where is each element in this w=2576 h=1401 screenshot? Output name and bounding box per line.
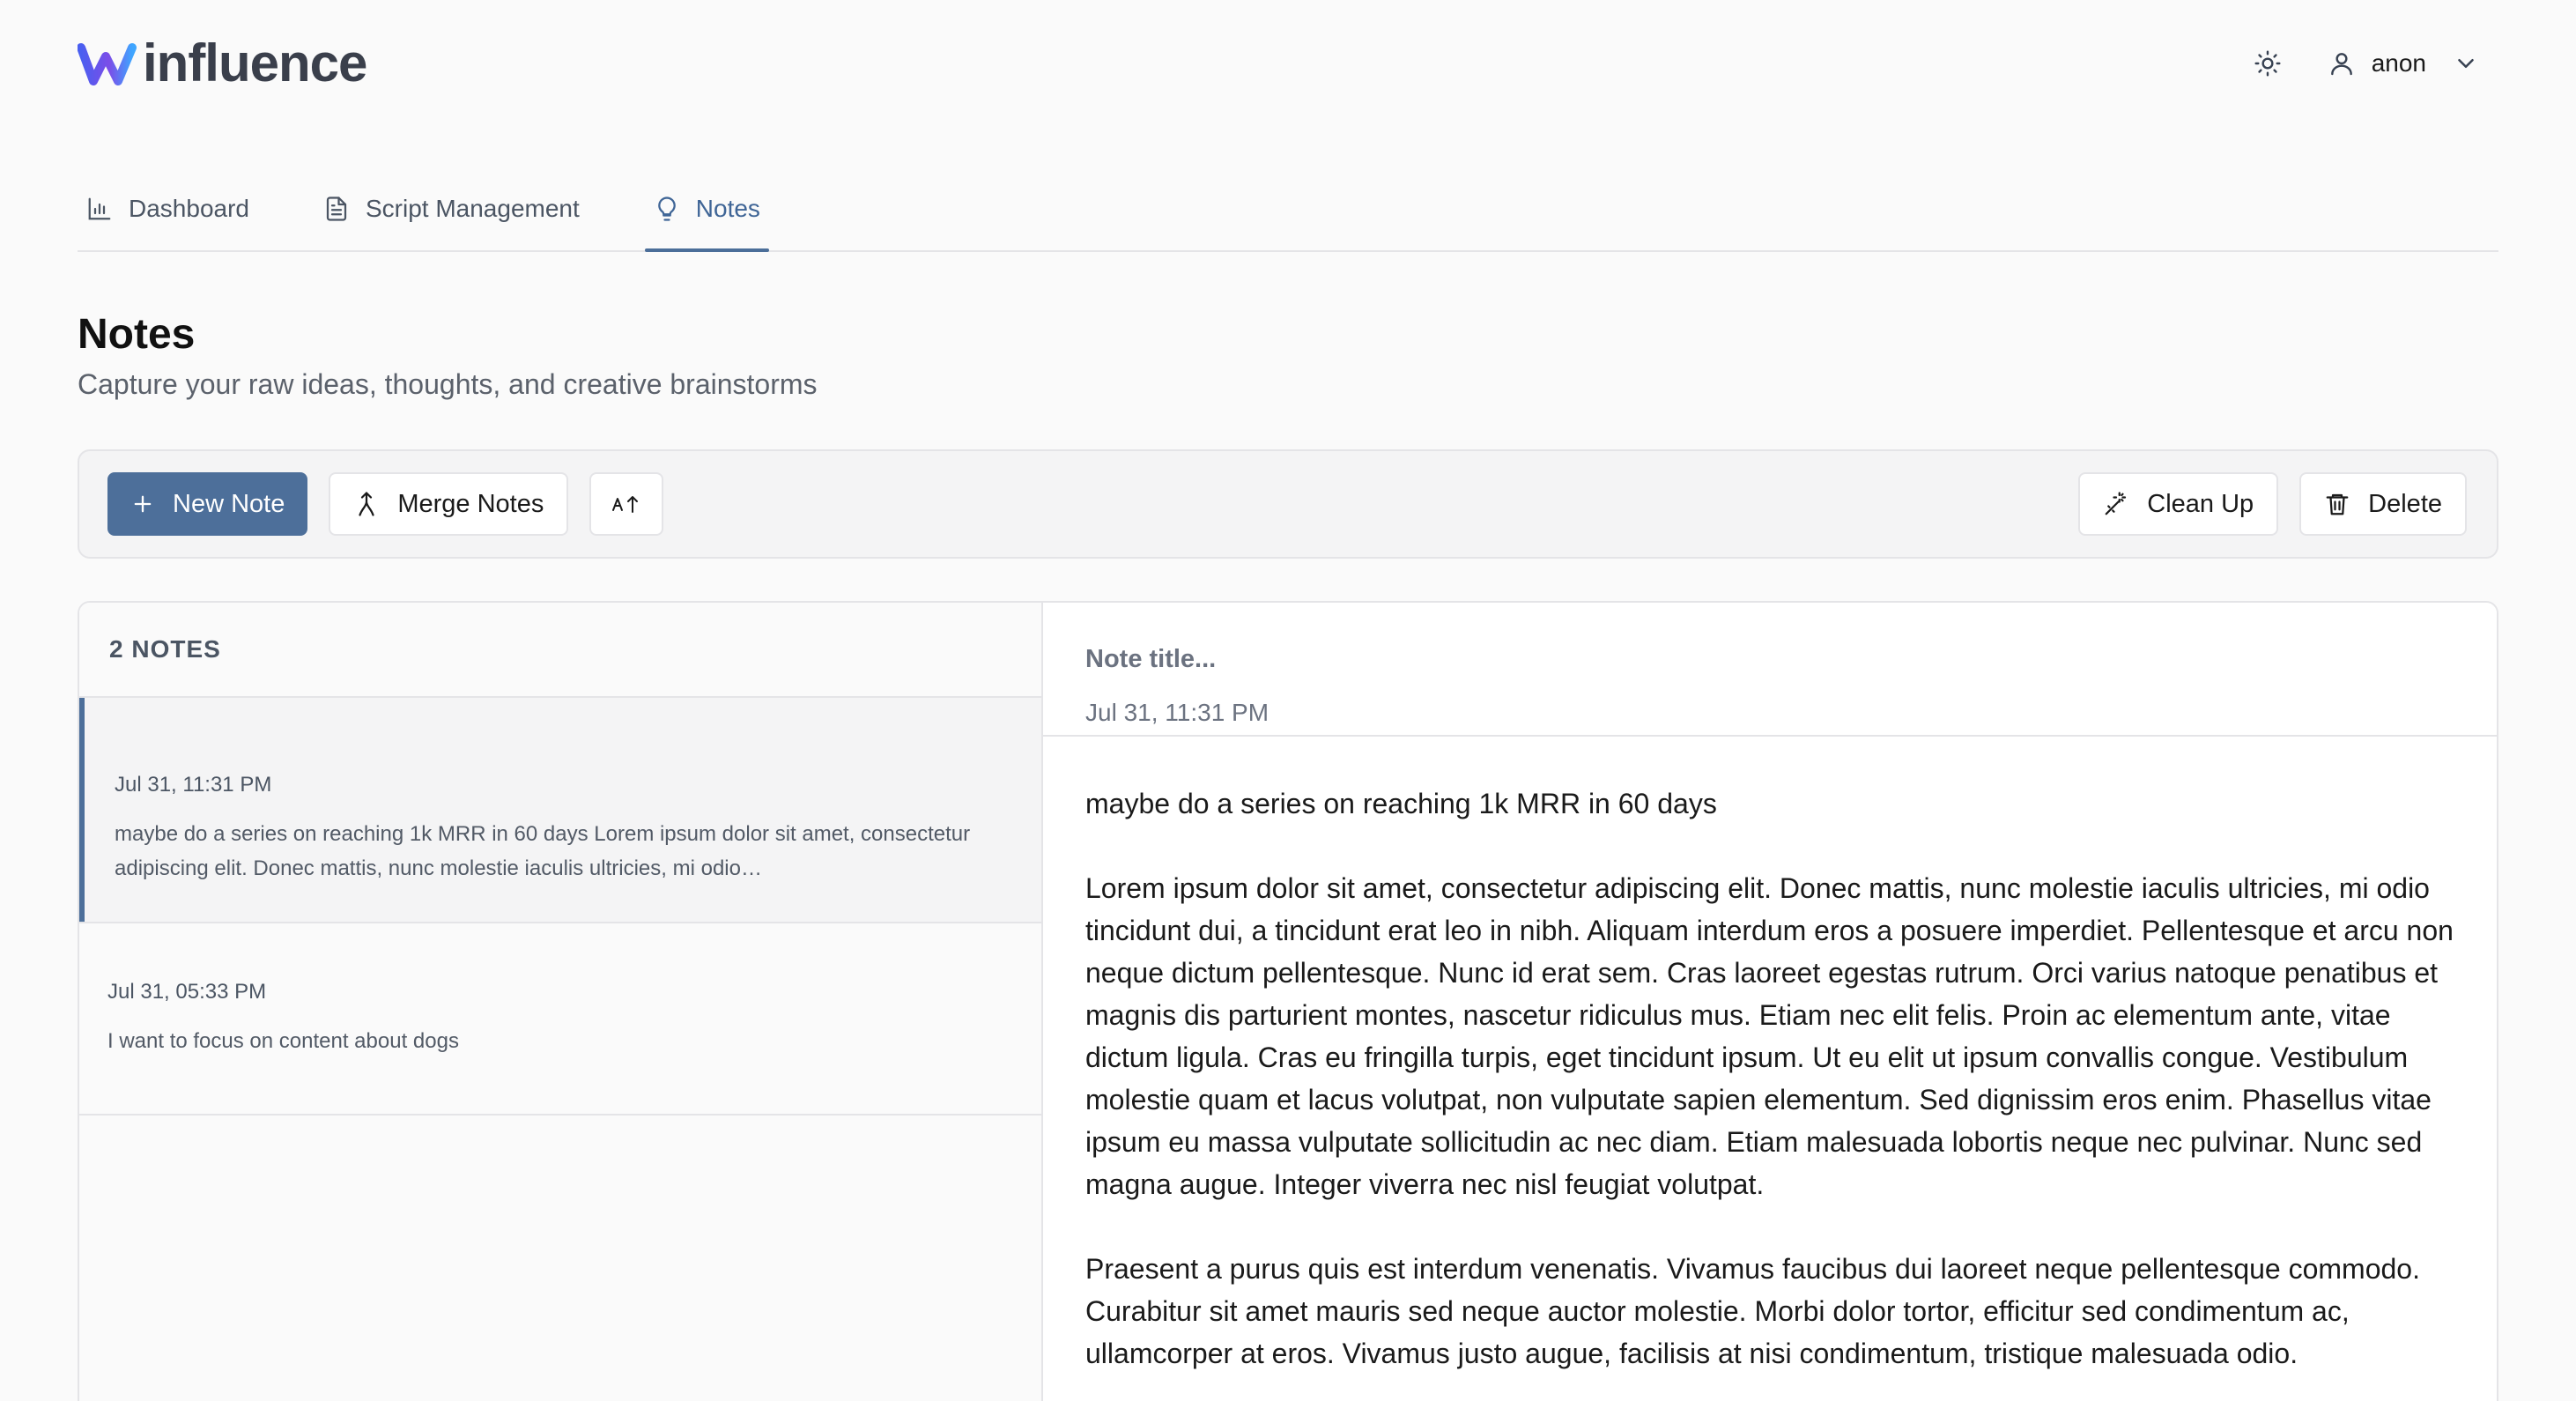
app-logo[interactable]: influence — [78, 33, 367, 93]
user-name: anon — [2371, 49, 2426, 77]
notes-toolbar: New Note Merge Notes Clean Up Delete — [78, 449, 2498, 559]
tab-dashboard[interactable]: Dashboard — [78, 167, 258, 250]
app-header: influence anon — [78, 35, 2498, 92]
list-item[interactable]: Jul 31, 05:33 PM I want to focus on cont… — [79, 923, 1041, 1116]
user-icon — [2330, 53, 2352, 76]
lightbulb-icon — [658, 196, 676, 221]
tab-label: Notes — [695, 195, 760, 222]
logo-text: influence — [143, 33, 367, 93]
tab-script-management[interactable]: Script Management — [315, 167, 588, 250]
tab-label: Script Management — [365, 195, 580, 222]
tab-label: Dashboard — [129, 195, 249, 222]
sort-az-icon — [612, 496, 639, 513]
note-preview: I want to focus on content about dogs — [107, 1028, 459, 1053]
plus-icon — [134, 495, 152, 513]
note-body-editor[interactable]: maybe do a series on reaching 1k MRR in … — [1043, 737, 2497, 1401]
chevron-down-icon — [2458, 59, 2474, 68]
bar-chart-icon — [88, 197, 111, 220]
note-paragraph: maybe do a series on reaching 1k MRR in … — [1085, 788, 1717, 819]
logo-w-icon — [78, 43, 137, 85]
note-editor-panel: Note title... Jul 31, 11:31 PM maybe do … — [1043, 603, 2497, 1401]
list-item[interactable]: Jul 31, 11:31 PM maybe do a series on re… — [79, 698, 1041, 923]
note-date: Jul 31, 05:33 PM — [107, 979, 267, 1004]
note-title-input[interactable]: Note title... — [1085, 645, 2454, 674]
notes-list-panel: 2 NOTES Jul 31, 11:31 PM maybe do a seri… — [79, 603, 1043, 1401]
page-title: Notes — [78, 311, 196, 358]
trash-icon — [2326, 493, 2349, 515]
user-menu[interactable]: anon — [2328, 49, 2479, 78]
new-note-label: New Note — [173, 489, 285, 518]
theme-toggle-button[interactable] — [2243, 39, 2292, 88]
merge-notes-button[interactable]: Merge Notes — [329, 472, 569, 536]
notes-count: 2 NOTES — [79, 603, 1041, 698]
merge-notes-label: Merge Notes — [397, 489, 544, 518]
main-tabs: Dashboard Script Management Notes — [78, 167, 2498, 252]
magic-wand-icon — [2105, 492, 2127, 515]
editor-header: Note title... Jul 31, 11:31 PM — [1043, 603, 2497, 737]
delete-label: Delete — [2368, 489, 2442, 518]
sun-icon — [2254, 50, 2281, 77]
notes-page: influence anon Dashboard Script Manageme… — [0, 0, 2576, 1401]
tab-notes[interactable]: Notes — [644, 167, 770, 252]
clean-up-button[interactable]: Clean Up — [2078, 472, 2279, 536]
merge-icon — [359, 492, 374, 516]
delete-button[interactable]: Delete — [2299, 472, 2467, 536]
note-date: Jul 31, 11:31 PM — [1085, 699, 1269, 726]
note-preview: maybe do a series on reaching 1k MRR in … — [115, 822, 971, 880]
note-date: Jul 31, 11:31 PM — [115, 773, 272, 797]
page-subtitle: Capture your raw ideas, thoughts, and cr… — [78, 368, 818, 400]
clean-up-label: Clean Up — [2147, 489, 2254, 518]
document-icon — [326, 196, 347, 221]
notes-panels: 2 NOTES Jul 31, 11:31 PM maybe do a seri… — [78, 601, 2498, 1401]
new-note-button[interactable]: New Note — [107, 472, 308, 536]
sort-button[interactable] — [589, 472, 664, 536]
note-paragraph: Praesent a purus quis est interdum venen… — [1085, 1253, 2420, 1369]
note-paragraph: Lorem ipsum dolor sit amet, consectetur … — [1085, 872, 2454, 1200]
